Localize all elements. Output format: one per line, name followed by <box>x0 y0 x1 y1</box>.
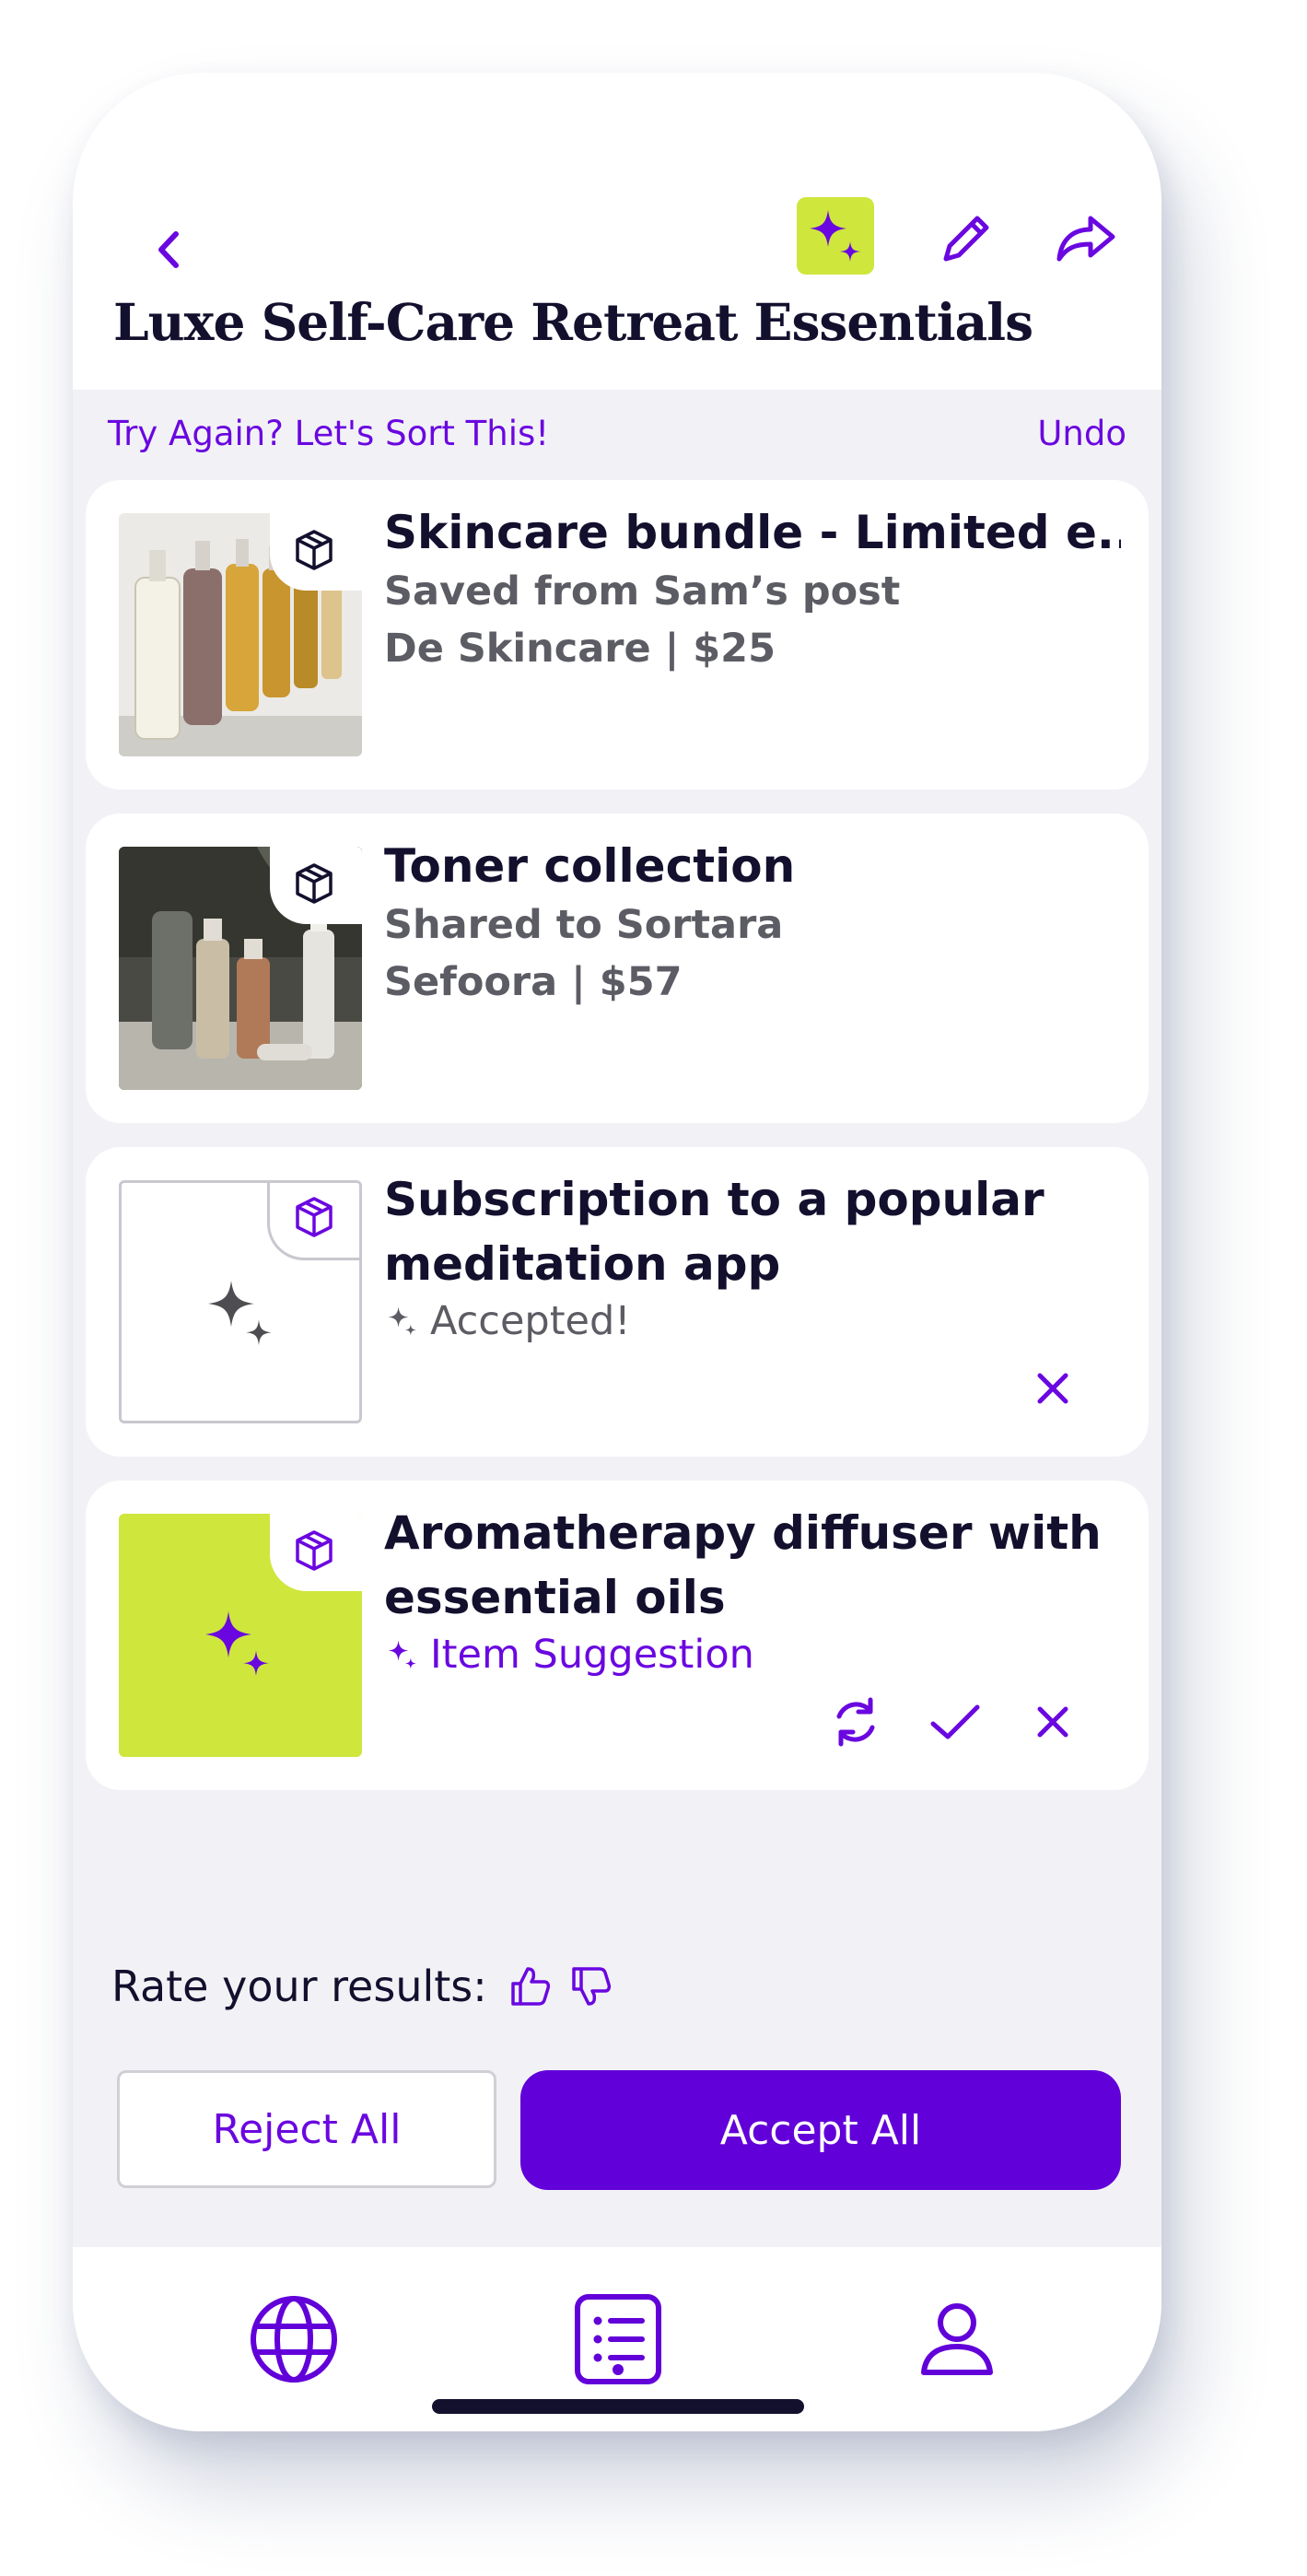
list-item[interactable]: Subscription to a popular meditation app… <box>86 1147 1149 1457</box>
list-item[interactable]: Skincare bundle - Limited e... Saved fro… <box>86 480 1149 790</box>
tab-explore[interactable] <box>239 2284 349 2395</box>
tab-lists[interactable] <box>563 2284 673 2395</box>
item-title: Toner collection <box>384 839 796 893</box>
item-store-price: Sefoora | $57 <box>384 959 683 1005</box>
reject-all-button[interactable]: Reject All <box>117 2070 496 2188</box>
header: Luxe Self-Care Retreat Essentials <box>73 73 1161 390</box>
product-image <box>119 847 362 1090</box>
remove-button[interactable] <box>1016 1685 1090 1759</box>
item-source: Saved from Sam’s post <box>384 568 901 615</box>
thumbs-up-icon <box>511 1967 550 2006</box>
home-indicator <box>432 2399 804 2414</box>
item-title: Skincare bundle - Limited e... <box>384 506 1121 559</box>
sparkles-icon <box>388 1640 416 1669</box>
item-title: Aromatherapy diffuser with essential oil… <box>384 1506 1102 1624</box>
item-store-price: De Skincare | $25 <box>384 626 776 672</box>
retry-sort-link[interactable]: Try Again? Let's Sort This! <box>108 414 549 453</box>
thumbs-down-icon <box>572 1967 611 2006</box>
placeholder-image <box>119 1180 362 1423</box>
share-arrow-icon <box>1056 216 1115 262</box>
regenerate-button[interactable] <box>819 1685 893 1759</box>
page-title: Luxe Self-Care Retreat Essentials <box>113 292 1033 352</box>
edit-button[interactable] <box>920 193 1012 285</box>
close-icon <box>1037 1373 1068 1404</box>
close-icon <box>1037 1706 1068 1738</box>
sort-bar: Try Again? Let's Sort This! Undo <box>73 390 1161 480</box>
list-item[interactable]: Toner collection Shared to Sortara Sefoo… <box>86 814 1149 1123</box>
globe-icon <box>251 2296 337 2383</box>
accept-item-button[interactable] <box>918 1685 992 1759</box>
tab-profile[interactable] <box>902 2284 1012 2395</box>
pencil-icon <box>943 216 989 262</box>
sparkles-icon <box>205 1611 269 1676</box>
active-tab-indicator <box>613 2364 624 2375</box>
item-status: Item Suggestion <box>384 1632 754 1678</box>
share-button[interactable] <box>1036 193 1138 285</box>
box-icon <box>296 1197 333 1237</box>
user-icon <box>921 2303 993 2375</box>
check-icon <box>930 1704 980 1739</box>
product-image <box>119 513 362 756</box>
box-icon <box>296 530 333 570</box>
remove-button[interactable] <box>1016 1352 1090 1425</box>
chevron-left-icon <box>158 231 179 268</box>
undo-button[interactable]: Undo <box>1037 414 1126 453</box>
rate-label: Rate your results: <box>111 1961 487 2011</box>
accept-all-button[interactable]: Accept All <box>520 2070 1121 2190</box>
sparkles-icon <box>208 1281 272 1345</box>
box-icon <box>296 863 333 904</box>
rate-results: Rate your results: <box>111 1961 613 2011</box>
thumbs-down-button[interactable] <box>570 1965 613 2008</box>
item-source: Shared to Sortara <box>384 902 784 948</box>
sparkles-icon <box>810 210 860 262</box>
item-status: Accepted! <box>384 1298 631 1344</box>
list-item[interactable]: Aromatherapy diffuser with essential oil… <box>86 1481 1149 1790</box>
box-icon <box>296 1530 333 1571</box>
suggestion-image <box>119 1514 362 1757</box>
phone-frame: Luxe Self-Care Retreat Essentials Try Ag… <box>73 73 1161 2431</box>
item-status-label: Accepted! <box>430 1298 631 1344</box>
sparkles-icon <box>388 1306 416 1336</box>
refresh-icon <box>836 1697 875 1747</box>
thumbs-up-button[interactable] <box>509 1965 552 2008</box>
ai-sort-button[interactable] <box>797 197 874 275</box>
item-status-label: Item Suggestion <box>430 1632 754 1678</box>
item-title: Subscription to a popular meditation app <box>384 1173 1044 1291</box>
back-button[interactable] <box>124 204 216 296</box>
